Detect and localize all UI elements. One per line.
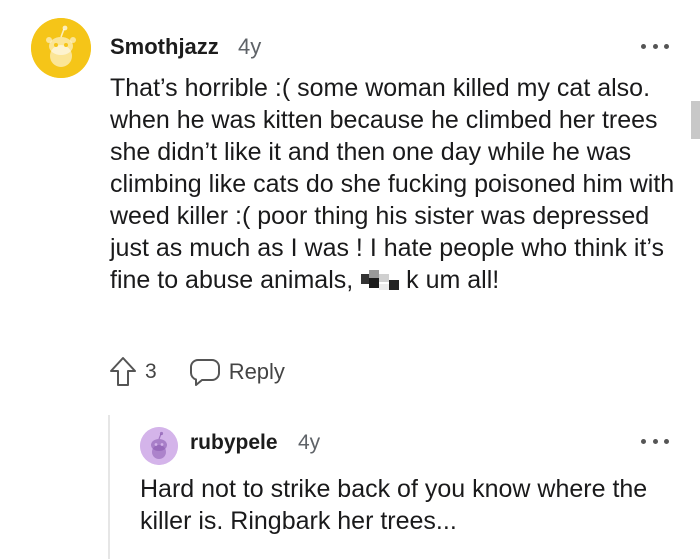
- avatar-rubypele[interactable]: [140, 427, 178, 465]
- avatar-smothjazz[interactable]: [31, 18, 91, 78]
- comment-author[interactable]: Smothjazz: [110, 34, 219, 60]
- reply-button[interactable]: Reply: [189, 357, 285, 387]
- snoo-avatar-icon: [31, 18, 91, 78]
- upvote-button[interactable]: 3: [108, 355, 157, 389]
- more-options-icon[interactable]: [641, 40, 669, 52]
- comment-body: That’s horrible :( some woman killed my …: [110, 72, 680, 296]
- thread-line[interactable]: [108, 415, 110, 559]
- comment-body-text-end: k um all!: [406, 266, 500, 294]
- comment-body-text: That’s horrible :( some woman killed my …: [110, 74, 682, 294]
- scrollbar-thumb[interactable]: [691, 101, 700, 139]
- speech-bubble-icon: [189, 359, 220, 386]
- vote-count: 3: [145, 360, 157, 383]
- reply-author[interactable]: rubypele: [190, 431, 278, 455]
- snoo-avatar-icon: [140, 427, 178, 465]
- reply-age: 4y: [298, 431, 321, 454]
- comment-age: 4y: [238, 34, 262, 59]
- more-options-icon[interactable]: [641, 435, 669, 447]
- comment-actions: 3 Reply: [108, 354, 285, 390]
- reply-label: Reply: [228, 359, 285, 384]
- upvote-arrow-icon[interactable]: [108, 355, 138, 389]
- reply-body: Hard not to strike back of you know wher…: [140, 475, 655, 535]
- comment-thread: Smothjazz 4y That’s horrible :( some wom…: [0, 0, 700, 559]
- pixelated-censor-icon: [361, 270, 405, 292]
